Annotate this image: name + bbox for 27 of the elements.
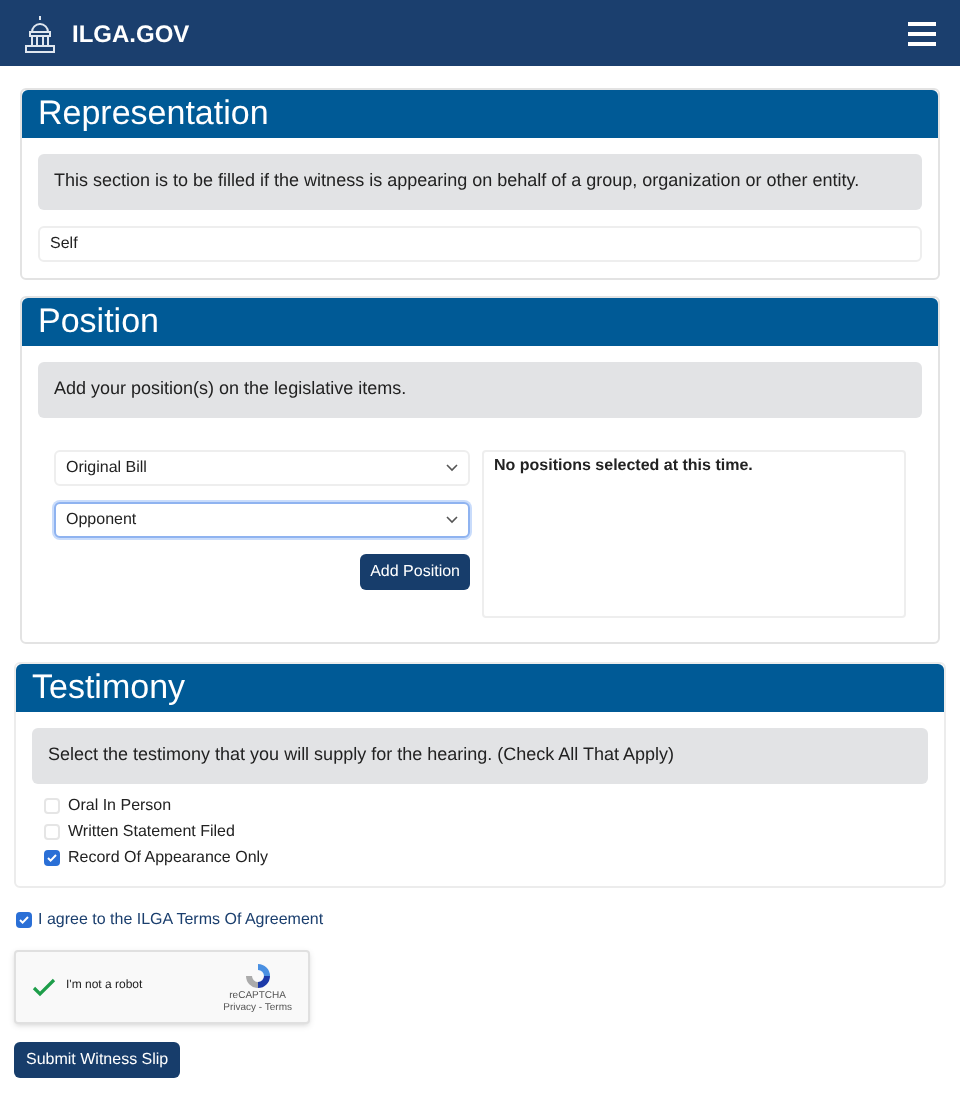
- checkbox[interactable]: [16, 912, 32, 928]
- submit-button[interactable]: Submit Witness Slip: [14, 1042, 181, 1078]
- checkmark-icon[interactable]: [32, 977, 56, 997]
- option-label: Oral In Person: [68, 794, 172, 818]
- chevron-down-icon: [446, 464, 458, 472]
- menu-icon[interactable]: [908, 21, 936, 45]
- empty-message: No positions selected at this time.: [494, 454, 755, 478]
- agreement-label: I agree to the ILGA Terms Of Agreement: [38, 908, 324, 932]
- capitol-building-icon: [24, 13, 56, 53]
- representation-field[interactable]: Self: [38, 226, 922, 262]
- option-label: Record Of Appearance Only: [68, 846, 269, 870]
- section-header: Testimony: [16, 664, 944, 712]
- checkbox[interactable]: [44, 850, 60, 866]
- section-header: Representation: [22, 90, 938, 138]
- chevron-down-icon: [446, 516, 458, 524]
- add-position-button[interactable]: Add Position: [360, 554, 470, 590]
- option-label: Written Statement Filed: [68, 820, 235, 844]
- site-name[interactable]: ILGA.GOV: [72, 15, 190, 51]
- dropdown[interactable]: Opponent: [54, 502, 470, 538]
- section-header: Position: [22, 298, 938, 346]
- recaptcha-logo-icon: [243, 961, 272, 989]
- notice-text: Select the testimony that you will supply for the hearing. (Check All That Apply): [32, 728, 928, 784]
- checkbox[interactable]: [44, 824, 60, 840]
- dropdown[interactable]: Original Bill: [54, 450, 470, 486]
- checkbox[interactable]: [44, 798, 60, 814]
- notice-text: Add your position(s) on the legislative items.: [38, 362, 922, 418]
- notice-text: This section is to be filled if the witness is appearing on behalf of a group, organization or other entity.: [38, 154, 922, 210]
